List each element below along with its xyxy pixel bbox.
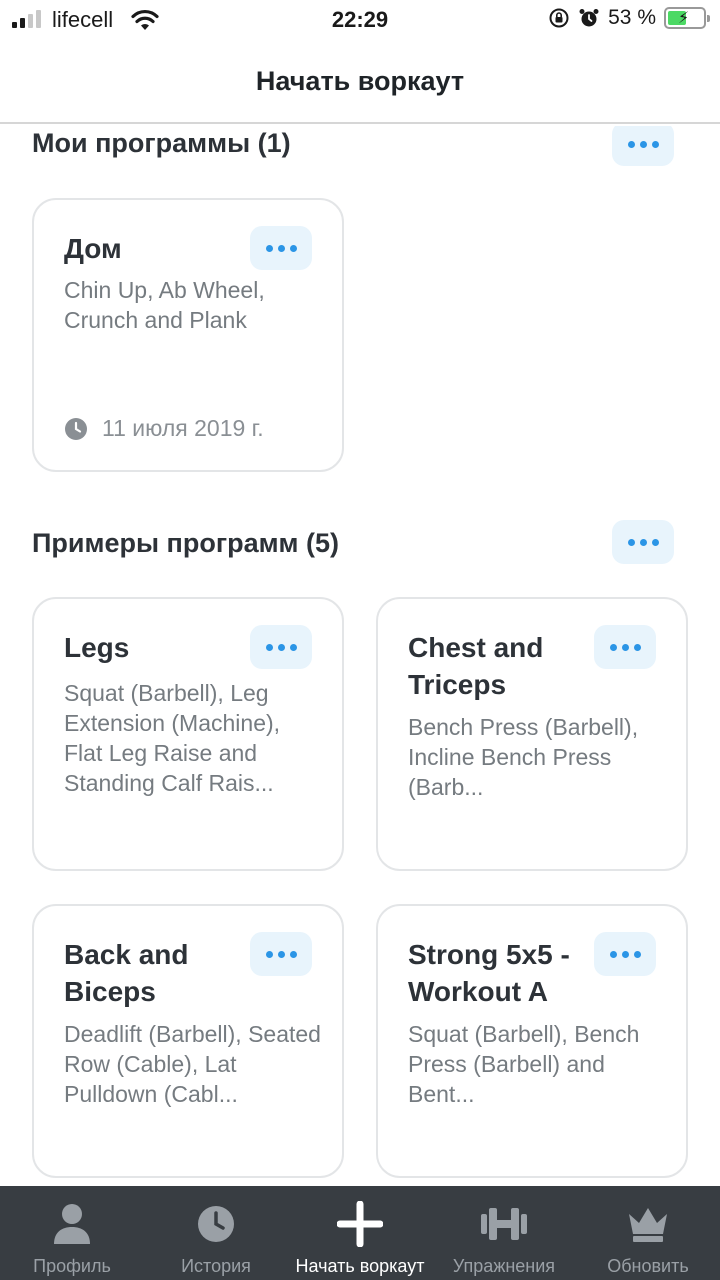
tab-label: Начать воркаут	[295, 1256, 425, 1276]
my-programs-more-button[interactable]	[612, 126, 674, 166]
program-card-exercises: Chin Up, Ab Wheel, Crunch and Plank	[64, 277, 265, 333]
program-card-more-button[interactable]	[250, 226, 312, 270]
more-dots-icon	[265, 244, 297, 252]
more-dots-icon	[609, 950, 641, 958]
more-dots-icon	[265, 950, 297, 958]
tab-start-workout[interactable]: Начать воркаут	[288, 1186, 432, 1280]
plus-icon	[337, 1201, 383, 1247]
orientation-lock-icon	[549, 8, 569, 28]
program-card-date: 11 июля 2019 г.	[64, 415, 264, 442]
clock-icon	[198, 1206, 234, 1242]
crown-icon	[629, 1208, 667, 1242]
program-card-title: Back and Biceps	[64, 939, 189, 1007]
tab-exercises[interactable]: Упражнения	[432, 1186, 576, 1280]
clock-icon	[65, 417, 87, 440]
sample-programs-title: Примеры программ (5)	[32, 528, 340, 558]
program-card-title: Chest and Triceps	[408, 632, 544, 700]
my-programs-title: Мои программы (1)	[32, 128, 291, 158]
alarm-icon	[579, 9, 599, 27]
battery-percentage: 53 %	[608, 6, 656, 29]
more-dots-icon	[609, 643, 641, 651]
program-card-more-button[interactable]	[594, 932, 656, 976]
tab-label: Обновить	[607, 1256, 689, 1276]
program-card-dom[interactable]: Дом Chin Up, Ab Wheel, Crunch and Plank …	[32, 198, 344, 472]
more-dots-icon	[265, 643, 297, 651]
program-card-more-button[interactable]	[250, 625, 312, 669]
status-bar: lifecell 22:29 53 % ⚡	[0, 0, 720, 40]
program-card-title: Strong 5x5 - Workout A	[408, 939, 570, 1007]
nav-header: Начать воркаут	[0, 40, 720, 124]
battery-icon: ⚡	[664, 7, 710, 29]
program-card-exercises: Deadlift (Barbell), Seated Row (Cable), …	[64, 1021, 321, 1107]
page-title: Начать воркаут	[255, 66, 465, 96]
tab-upgrade[interactable]: Обновить	[576, 1186, 720, 1280]
program-card-more-button[interactable]	[250, 932, 312, 976]
program-card-chest-triceps[interactable]: Chest and Triceps Bench Press (Barbell),…	[376, 597, 688, 871]
program-card-exercises: Squat (Barbell), Leg Extension (Machine)…	[64, 680, 281, 796]
more-dots-icon	[627, 538, 659, 546]
program-card-date-text: 11 июля 2019 г.	[102, 415, 264, 441]
tab-label: История	[181, 1256, 251, 1276]
program-card-exercises: Squat (Barbell), Bench Press (Barbell) a…	[408, 1021, 640, 1107]
program-card-title: Legs	[64, 632, 130, 663]
program-card-back-biceps[interactable]: Back and Biceps Deadlift (Barbell), Seat…	[32, 904, 344, 1178]
program-list[interactable]: Мои программы (1) Дом Chin Up, Ab Wheel,…	[0, 126, 720, 1186]
program-card-exercises: Bench Press (Barbell), Incline Bench Pre…	[408, 714, 639, 800]
tab-label: Профиль	[33, 1256, 111, 1276]
tab-history[interactable]: История	[144, 1186, 288, 1280]
tab-label: Упражнения	[452, 1256, 556, 1276]
tab-bar: Профиль История Начать воркаут Упражнени…	[0, 1186, 720, 1280]
dumbbell-icon	[481, 1208, 527, 1240]
program-card-more-button[interactable]	[594, 625, 656, 669]
program-card-legs[interactable]: Legs Squat (Barbell), Leg Extension (Mac…	[32, 597, 344, 871]
person-icon	[54, 1204, 90, 1244]
program-card-strong-5x5[interactable]: Strong 5x5 - Workout A Squat (Barbell), …	[376, 904, 688, 1178]
more-dots-icon	[627, 140, 659, 148]
program-card-title: Дом	[64, 233, 122, 264]
sample-programs-more-button[interactable]	[612, 520, 674, 564]
tab-profile[interactable]: Профиль	[0, 1186, 144, 1280]
